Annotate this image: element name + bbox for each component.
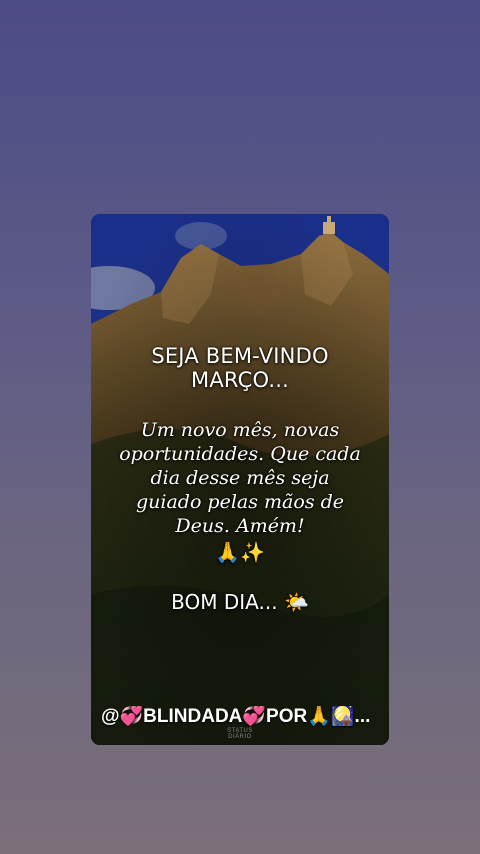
watermark-line: DIÁRIO [228,734,252,740]
message-line: guiado pelas mãos de [135,491,345,513]
praying-hands-sparkles-icon: 🙏✨ [215,540,265,564]
author-signature: @💞BLINDADA💞POR🙏🎑... [101,706,371,727]
message-line: Um novo mês, novas [140,419,340,441]
message-line: Deus. Amém! [175,515,305,537]
message-line: dia desse mês seja [150,467,330,489]
status-card[interactable]: SEJA BEM-VINDO MARÇO... Um novo mês, nov… [91,214,389,745]
title-line: MARÇO... [191,368,289,392]
watermark: STATUS DIÁRIO [91,728,389,740]
title-line: SEJA BEM-VINDO [151,344,329,368]
message-line: oportunidades. Que cada [119,443,361,465]
card-message: Um novo mês, novas oportunidades. Que ca… [99,418,381,538]
greeting-text: BOM DIA... 🌤️ [171,590,309,614]
card-title: SEJA BEM-VINDO MARÇO... [99,344,381,392]
